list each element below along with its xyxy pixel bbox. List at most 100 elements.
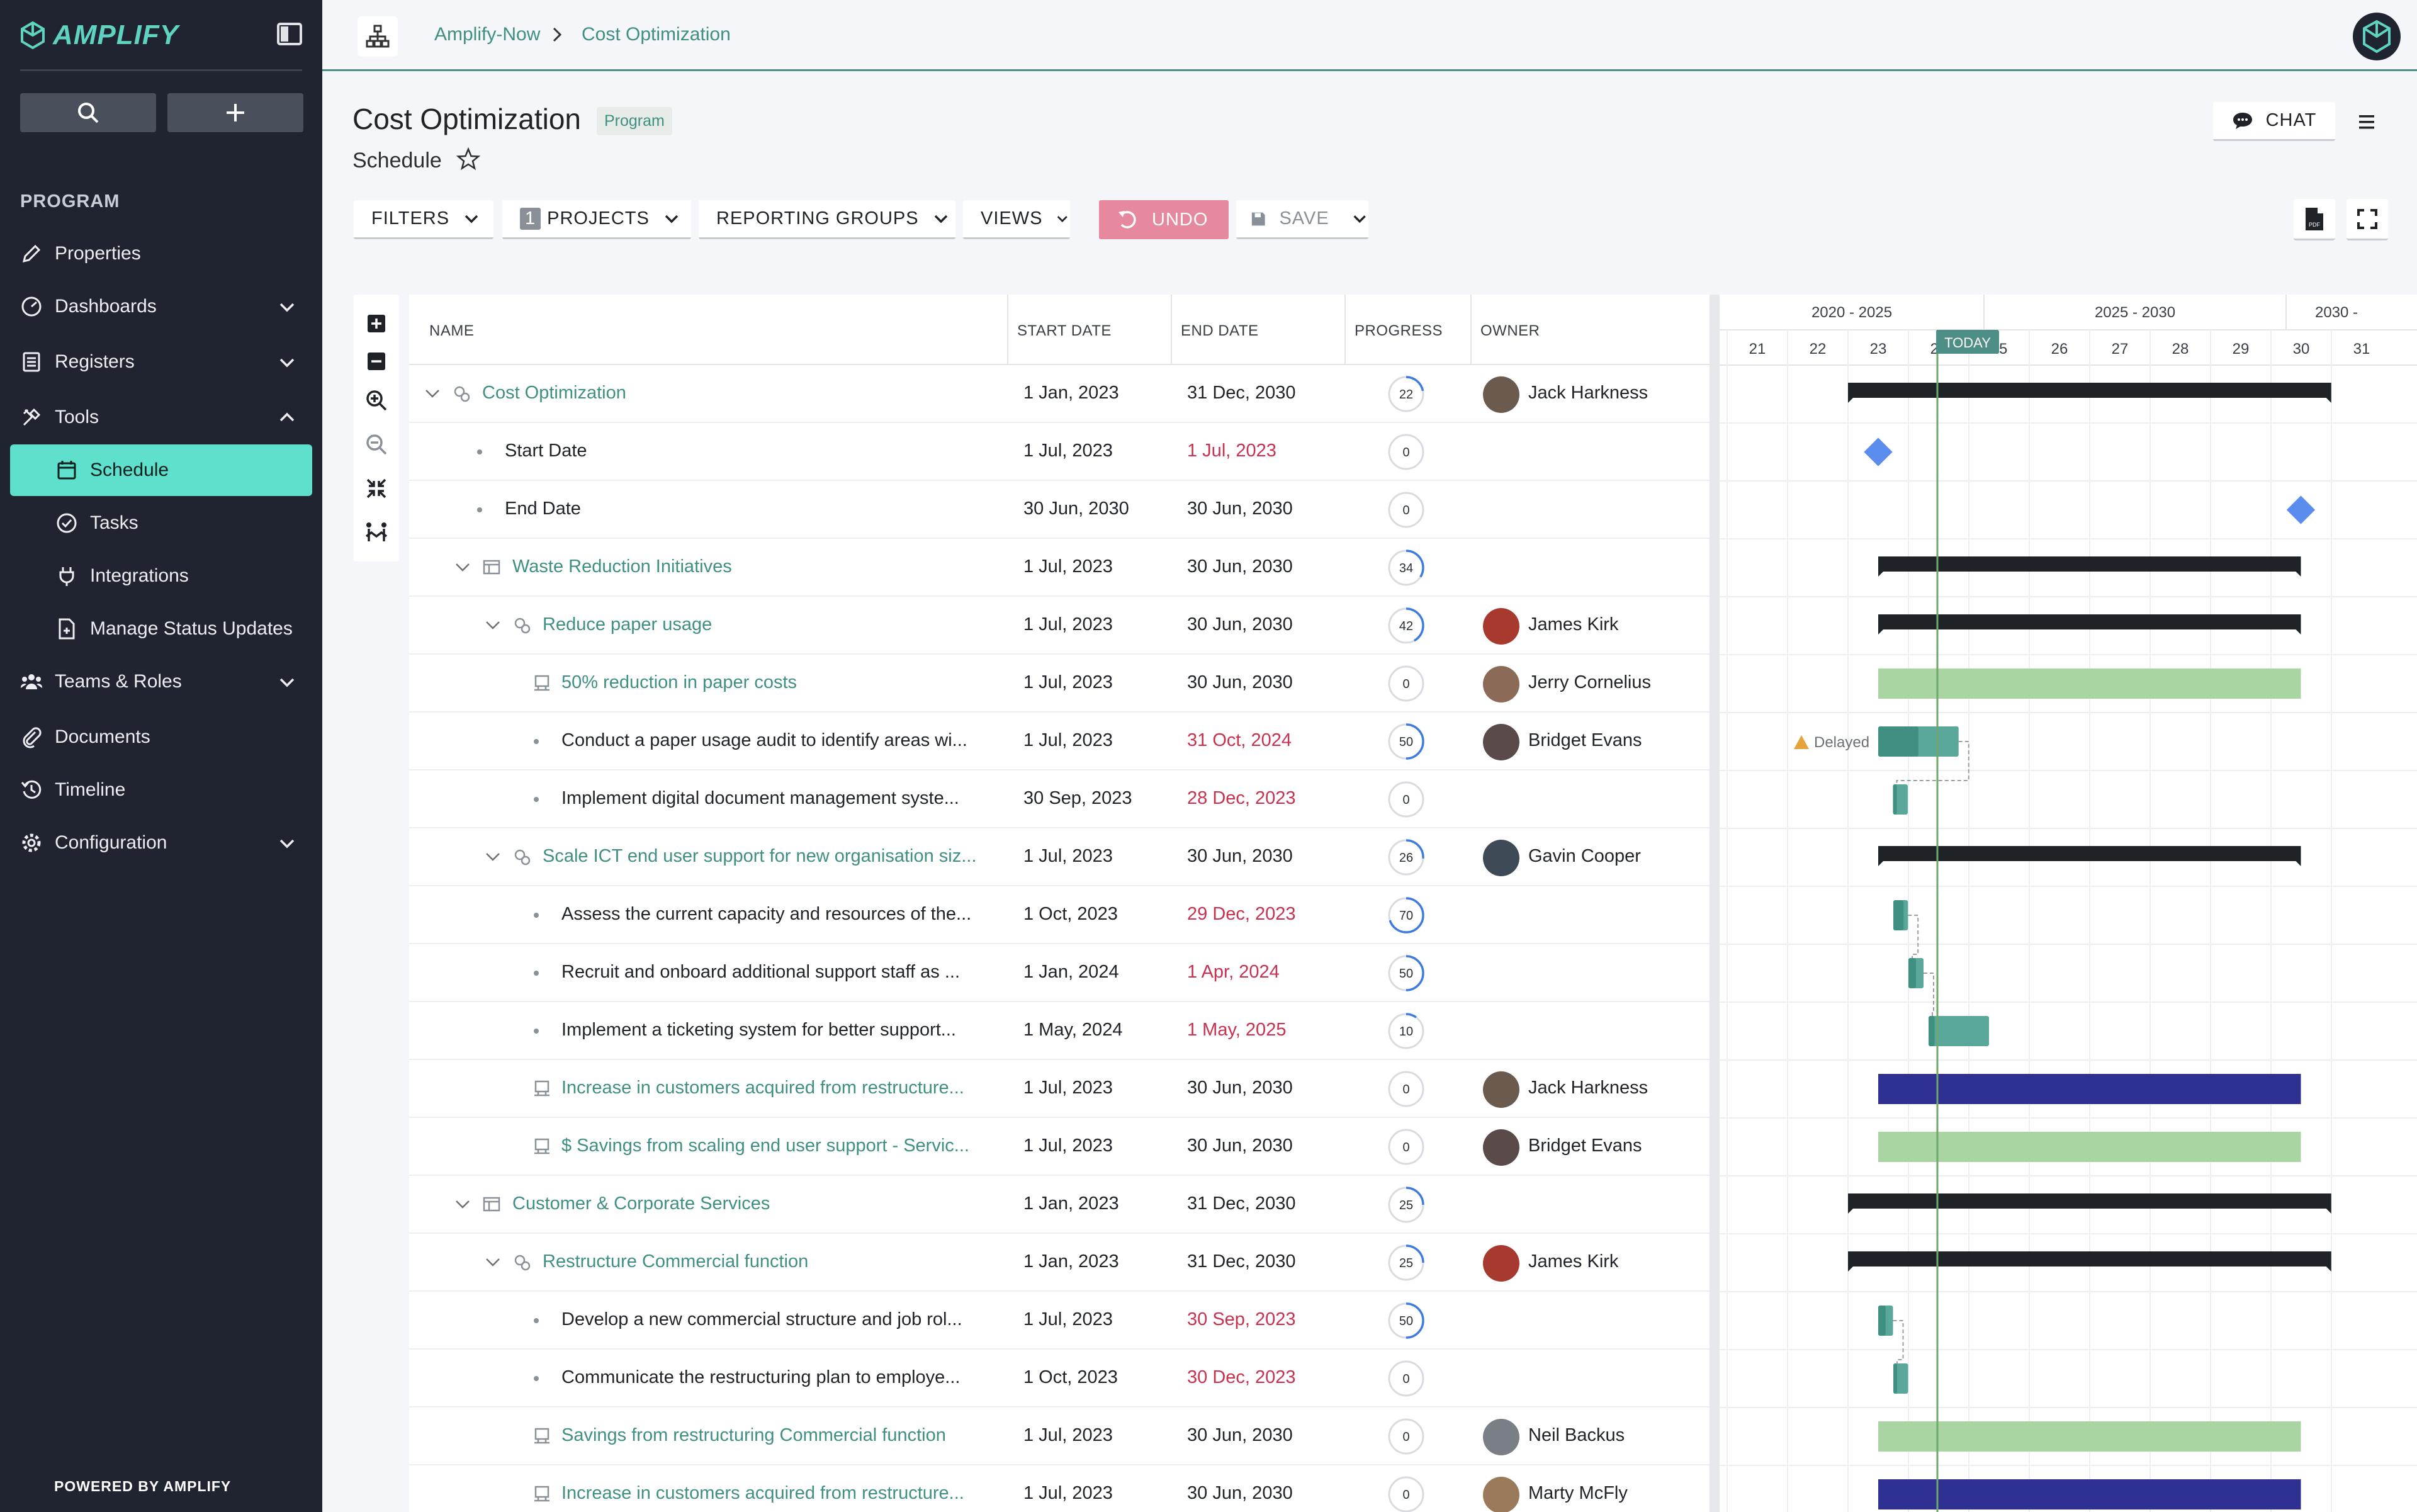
table-row[interactable]: Restructure Commercial function 1 Jan, 20…: [409, 1234, 1712, 1292]
owner-name[interactable]: James Kirk: [1528, 614, 1618, 635]
row-collapse-chevron-icon[interactable]: [483, 1253, 502, 1272]
start-date[interactable]: 1 Jul, 2023: [1023, 672, 1113, 693]
menu-icon[interactable]: [2355, 111, 2378, 133]
table-row[interactable]: Customer & Corporate Services 1 Jan, 2023…: [409, 1176, 1712, 1234]
start-date[interactable]: 1 May, 2024: [1023, 1020, 1122, 1041]
table-row[interactable]: Implement digital document management sy…: [409, 770, 1712, 828]
start-date[interactable]: 30 Sep, 2023: [1023, 788, 1132, 809]
end-date[interactable]: 31 Dec, 2030: [1187, 1251, 1296, 1272]
table-row[interactable]: Implement a ticketing system for better …: [409, 1002, 1712, 1060]
col-header-progress[interactable]: PROGRESS: [1355, 322, 1443, 340]
table-row[interactable]: Develop a new commercial structure and j…: [409, 1292, 1712, 1350]
col-divider[interactable]: [1171, 295, 1172, 365]
end-date[interactable]: 31 Dec, 2030: [1187, 383, 1296, 403]
benefit-bar[interactable]: [1878, 1479, 2301, 1509]
chat-button[interactable]: CHAT: [2213, 102, 2335, 141]
row-collapse-chevron-icon[interactable]: [483, 616, 502, 635]
chevron-down-icon[interactable]: [277, 352, 297, 372]
end-date[interactable]: 31 Oct, 2024: [1187, 730, 1292, 751]
col-divider[interactable]: [1007, 295, 1008, 365]
end-date[interactable]: 30 Jun, 2030: [1187, 499, 1293, 519]
start-date[interactable]: 1 Jul, 2023: [1023, 1078, 1113, 1098]
benefit-bar[interactable]: [1878, 669, 2301, 699]
row-name[interactable]: Reduce paper usage: [543, 614, 712, 635]
start-date[interactable]: 1 Oct, 2023: [1023, 1367, 1118, 1388]
save-options-chevron-icon[interactable]: [1351, 210, 1368, 228]
sidebar-item-integrations[interactable]: Integrations: [0, 550, 322, 602]
row-collapse-chevron-icon[interactable]: [483, 847, 502, 866]
col-header-start[interactable]: START DATE: [1017, 322, 1112, 340]
row-name[interactable]: Communicate the restructuring plan to em…: [561, 1367, 960, 1388]
projects-button[interactable]: 1 PROJECTS: [502, 200, 691, 239]
expand-all-icon[interactable]: [364, 311, 389, 336]
start-date[interactable]: 1 Jul, 2023: [1023, 614, 1113, 635]
row-name[interactable]: Conduct a paper usage audit to identify …: [561, 730, 967, 751]
row-name[interactable]: 50% reduction in paper costs: [561, 672, 797, 693]
sidebar-item-timeline[interactable]: Timeline: [0, 764, 322, 816]
row-name[interactable]: Customer & Corporate Services: [512, 1193, 770, 1214]
owner-name[interactable]: Jerry Cornelius: [1528, 672, 1651, 693]
export-pdf-button[interactable]: PDF: [2294, 199, 2335, 240]
owner-name[interactable]: Jack Harkness: [1528, 1078, 1648, 1098]
table-row[interactable]: Cost Optimization 1 Jan, 2023 31 Dec, 2030…: [409, 365, 1712, 423]
sidebar-collapse-icon[interactable]: [276, 21, 303, 47]
sidebar-item-tasks[interactable]: Tasks: [0, 497, 322, 549]
row-name[interactable]: Cost Optimization: [482, 383, 626, 403]
end-date[interactable]: 1 Apr, 2024: [1187, 962, 1280, 983]
owner-name[interactable]: Gavin Cooper: [1528, 846, 1641, 867]
start-date[interactable]: 1 Jan, 2024: [1023, 962, 1119, 983]
chevron-down-icon[interactable]: [277, 296, 297, 317]
owner-name[interactable]: Bridget Evans: [1528, 730, 1642, 751]
fit-to-screen-icon[interactable]: [364, 476, 389, 501]
row-collapse-chevron-icon[interactable]: [453, 1195, 472, 1214]
start-date[interactable]: 1 Jul, 2023: [1023, 730, 1113, 751]
end-date[interactable]: 30 Jun, 2030: [1187, 1078, 1293, 1098]
sidebar-search-button[interactable]: [20, 93, 156, 132]
row-name[interactable]: Increase in customers acquired from rest…: [561, 1483, 964, 1504]
table-row[interactable]: $ Savings from scaling end user support …: [409, 1118, 1712, 1176]
dependencies-icon[interactable]: [364, 520, 389, 545]
end-date[interactable]: 28 Dec, 2023: [1187, 788, 1296, 809]
sidebar-item-teams-roles[interactable]: Teams & Roles: [0, 656, 322, 708]
start-date[interactable]: 1 Oct, 2023: [1023, 904, 1118, 925]
views-button[interactable]: VIEWS: [963, 200, 1070, 239]
row-collapse-chevron-icon[interactable]: [423, 384, 442, 403]
reporting-groups-button[interactable]: REPORTING GROUPS: [699, 200, 955, 239]
row-name[interactable]: Increase in customers acquired from rest…: [561, 1078, 964, 1098]
row-name[interactable]: Recruit and onboard additional support s…: [561, 962, 960, 983]
end-date[interactable]: 31 Dec, 2030: [1187, 1193, 1296, 1214]
col-divider[interactable]: [1344, 295, 1346, 365]
table-row[interactable]: Assess the current capacity and resource…: [409, 886, 1712, 944]
end-date[interactable]: 29 Dec, 2023: [1187, 904, 1296, 925]
start-date[interactable]: 1 Jul, 2023: [1023, 1309, 1113, 1330]
table-row[interactable]: End Date 30 Jun, 2030 30 Jun, 2030 0: [409, 481, 1712, 539]
owner-name[interactable]: James Kirk: [1528, 1251, 1618, 1272]
fullscreen-button[interactable]: [2347, 199, 2388, 240]
row-name[interactable]: Restructure Commercial function: [543, 1251, 808, 1272]
owner-name[interactable]: Neil Backus: [1528, 1425, 1625, 1446]
sidebar-item-configuration[interactable]: Configuration: [0, 817, 322, 869]
row-name[interactable]: Savings from restructuring Commercial fu…: [561, 1425, 946, 1446]
zoom-out-icon[interactable]: [364, 432, 389, 457]
end-date[interactable]: 1 May, 2025: [1187, 1020, 1286, 1041]
star-icon[interactable]: [456, 147, 481, 171]
sidebar-add-button[interactable]: [167, 93, 303, 132]
chevron-down-icon[interactable]: [277, 833, 297, 853]
collapse-all-icon[interactable]: [364, 349, 389, 374]
grid-splitter[interactable]: [1710, 295, 1720, 1512]
start-date[interactable]: 1 Jul, 2023: [1023, 1136, 1113, 1156]
table-row[interactable]: Reduce paper usage 1 Jul, 2023 30 Jun, 203…: [409, 597, 1712, 655]
chevron-up-icon[interactable]: [277, 407, 297, 427]
row-name[interactable]: End Date: [505, 499, 581, 519]
breadcrumb-root[interactable]: Amplify-Now: [434, 24, 540, 45]
col-header-end[interactable]: END DATE: [1181, 322, 1259, 340]
table-row[interactable]: Savings from restructuring Commercial fu…: [409, 1408, 1712, 1465]
col-header-name[interactable]: NAME: [429, 322, 474, 340]
table-row[interactable]: Waste Reduction Initiatives 1 Jul, 2023 30…: [409, 539, 1712, 597]
start-date[interactable]: 1 Jul, 2023: [1023, 1425, 1113, 1446]
start-date[interactable]: 30 Jun, 2030: [1023, 499, 1129, 519]
start-date[interactable]: 1 Jan, 2023: [1023, 383, 1119, 403]
table-row[interactable]: 50% reduction in paper costs 1 Jul, 2023 3…: [409, 655, 1712, 713]
table-row[interactable]: Increase in customers acquired from rest…: [409, 1465, 1712, 1512]
milestone-marker[interactable]: [1864, 437, 1893, 466]
